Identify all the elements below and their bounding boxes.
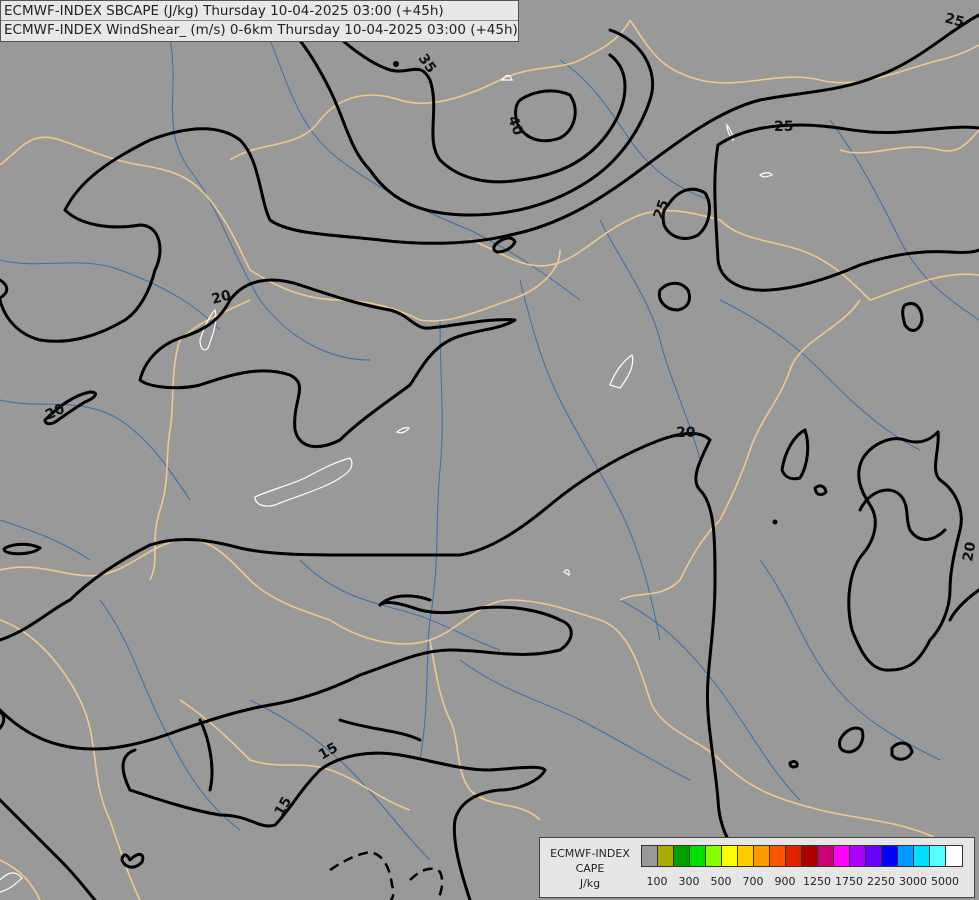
legend-tick-label: 900	[774, 875, 796, 888]
legend-swatch	[850, 846, 866, 866]
legend-tick-label: 1250	[803, 875, 831, 888]
legend-tick-label: 700	[742, 875, 764, 888]
legend-tick-label: 100	[646, 875, 668, 888]
legend-swatch	[914, 846, 930, 866]
legend-swatch	[690, 846, 706, 866]
legend-swatch	[898, 846, 914, 866]
legend-swatch	[834, 846, 850, 866]
legend-tick-label: 300	[678, 875, 700, 888]
cape-legend: ECMWF-INDEX CAPE J/kg 100 300 500 700 900 125…	[539, 837, 975, 898]
legend-swatch	[754, 846, 770, 866]
legend-unit: J/kg	[579, 877, 601, 890]
legend-label: ECMWF-INDEX CAPE J/kg	[544, 846, 636, 891]
legend-parameter: CAPE	[575, 862, 605, 875]
legend-swatch	[786, 846, 802, 866]
legend-swatch	[674, 846, 690, 866]
contour-label: 25	[774, 119, 793, 135]
contour-label: 20	[676, 425, 696, 441]
legend-swatch	[802, 846, 818, 866]
legend-tick-label: 2250	[867, 875, 895, 888]
legend-model: ECMWF-INDEX	[550, 847, 630, 860]
legend-swatch	[818, 846, 834, 866]
legend-swatch	[738, 846, 754, 866]
title-line-cape: ECMWF-INDEX SBCAPE (J/kg) Thursday 10-04…	[4, 3, 444, 19]
legend-swatch	[882, 846, 898, 866]
legend-tick-label: 3000	[899, 875, 927, 888]
legend-color-scale	[641, 845, 963, 867]
legend-tick-label: 1750	[835, 875, 863, 888]
title-line-windshear: ECMWF-INDEX WindShear_ (m/s) 0-6km Thurs…	[1, 20, 518, 39]
legend-swatch	[930, 846, 946, 866]
legend-swatch	[658, 846, 674, 866]
legend-tick-label: 5000	[931, 875, 959, 888]
contour-label: 20	[960, 540, 979, 562]
map-background	[0, 0, 979, 900]
legend-swatch	[946, 846, 962, 866]
legend-tick-label: 500	[710, 875, 732, 888]
legend-swatch	[770, 846, 786, 866]
map-title-box: ECMWF-INDEX SBCAPE (J/kg) Thursday 10-04…	[0, 0, 519, 42]
legend-swatch	[642, 846, 658, 866]
legend-swatch	[866, 846, 882, 866]
legend-swatch	[722, 846, 738, 866]
weather-map: 25 35 40 25 25 20 20 20 20 15 15	[0, 0, 979, 900]
legend-swatch	[706, 846, 722, 866]
